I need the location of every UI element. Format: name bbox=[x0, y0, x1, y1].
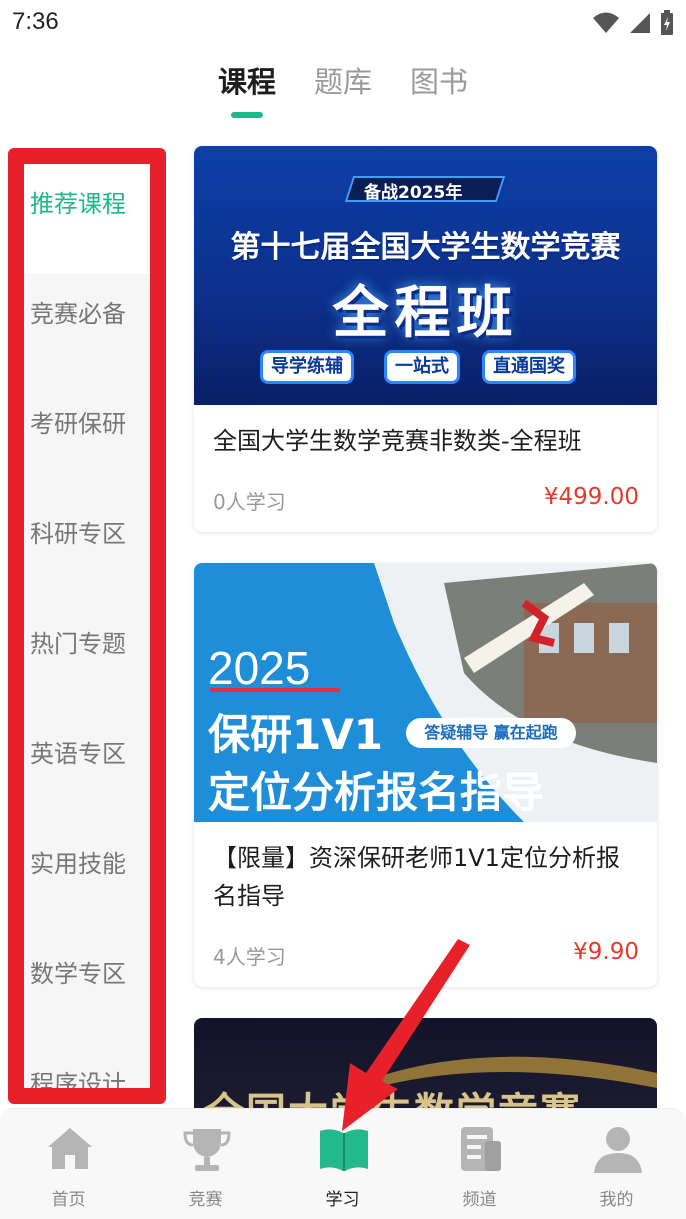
banner-pill: 一站式 bbox=[384, 350, 460, 384]
banner-headline: 保研1V1 bbox=[208, 710, 383, 759]
status-icons bbox=[592, 10, 674, 36]
nav-label: 首页 bbox=[51, 1190, 86, 1210]
banner-badge: 答疑辅导 赢在起跑 bbox=[406, 718, 576, 748]
course-learners: 0人学习 bbox=[213, 490, 286, 514]
category-item-postgrad[interactable]: 考研保研 bbox=[24, 384, 150, 494]
nav-item-profile[interactable]: 我的 bbox=[548, 1109, 685, 1219]
course-card[interactable]: 备战2025年 第十七届全国大学生数学竞赛 全程班 导学练辅 一站式 直通国奖 … bbox=[194, 146, 657, 532]
status-time: 7:36 bbox=[12, 8, 59, 35]
category-label: 数学专区 bbox=[30, 960, 126, 988]
banner-big-text: 全程班 bbox=[332, 281, 519, 346]
nav-item-competition[interactable]: 竞赛 bbox=[137, 1109, 274, 1219]
course-banner: 2025 保研1V1 答疑辅导 赢在起跑 定位分析报名指导 bbox=[194, 563, 657, 822]
course-banner: 备战2025年 第十七届全国大学生数学竞赛 全程班 导学练辅 一站式 直通国奖 bbox=[194, 146, 657, 405]
banner-tag: 备战2025年 bbox=[364, 183, 463, 203]
status-bar: 7:36 bbox=[0, 0, 686, 48]
banner-pill: 导学练辅 bbox=[260, 350, 354, 384]
book-icon bbox=[320, 1129, 368, 1171]
category-label: 考研保研 bbox=[30, 410, 126, 438]
wifi-icon bbox=[593, 12, 619, 33]
category-label: 科研专区 bbox=[30, 520, 126, 548]
category-item-research[interactable]: 科研专区 bbox=[24, 494, 150, 604]
bottom-nav: 首页 竞赛 学习 频道 我的 bbox=[0, 1108, 686, 1219]
category-label: 程序设计 bbox=[30, 1070, 126, 1098]
course-price: ¥9.90 bbox=[573, 939, 639, 965]
category-item-competition[interactable]: 竞赛必备 bbox=[24, 274, 150, 384]
trophy-icon bbox=[183, 1129, 231, 1171]
category-label: 竞赛必备 bbox=[30, 300, 126, 328]
category-label: 英语专区 bbox=[30, 740, 126, 768]
course-card[interactable]: 全国大学生数学竞赛 bbox=[194, 1018, 657, 1118]
tab-books[interactable]: 图书 bbox=[410, 60, 468, 108]
nav-label: 我的 bbox=[599, 1190, 634, 1210]
nav-label: 竞赛 bbox=[188, 1190, 223, 1210]
category-item-english[interactable]: 英语专区 bbox=[24, 714, 150, 824]
course-title: 全国大学生数学竞赛非数类-全程班 bbox=[213, 427, 582, 455]
top-tabs: 课程 题库 图书 bbox=[0, 60, 686, 120]
nav-item-channel[interactable]: 频道 bbox=[411, 1109, 548, 1219]
banner-headline: 第十七届全国大学生数学竞赛 bbox=[230, 230, 621, 265]
category-item-math[interactable]: 数学专区 bbox=[24, 934, 150, 1044]
nav-label: 学习 bbox=[325, 1190, 360, 1210]
banner-pill: 直通国奖 bbox=[482, 350, 576, 384]
course-price: ¥499.00 bbox=[543, 484, 639, 510]
category-item-skills[interactable]: 实用技能 bbox=[24, 824, 150, 934]
category-item-recommended[interactable]: 推荐课程 bbox=[24, 164, 150, 274]
category-item-hot-topics[interactable]: 热门专题 bbox=[24, 604, 150, 714]
category-label: 推荐课程 bbox=[30, 190, 126, 218]
course-title: 【限量】资深保研老师1V1定位分析报名指导 bbox=[213, 844, 620, 910]
category-label: 实用技能 bbox=[30, 850, 126, 878]
tab-courses[interactable]: 课程 bbox=[218, 60, 276, 108]
signal-icon bbox=[630, 13, 650, 33]
tab-question-bank[interactable]: 题库 bbox=[314, 60, 372, 108]
profile-icon bbox=[594, 1127, 642, 1173]
course-card[interactable]: 2025 保研1V1 答疑辅导 赢在起跑 定位分析报名指导 【限量】资深保研老师… bbox=[194, 563, 657, 987]
app-screen: 7:36 课程 题库 图书 推荐课程 竞赛必备 考研保研 科研专区 热门专题 英… bbox=[0, 0, 686, 1219]
nav-item-study[interactable]: 学习 bbox=[274, 1109, 411, 1219]
channel-icon bbox=[461, 1127, 501, 1171]
category-item-programming[interactable]: 程序设计 bbox=[24, 1044, 150, 1098]
banner-underline bbox=[210, 688, 340, 692]
home-icon bbox=[48, 1128, 92, 1169]
banner-subheadline: 定位分析报名指导 bbox=[208, 768, 545, 817]
nav-label: 频道 bbox=[462, 1190, 497, 1210]
banner-year: 2025 bbox=[208, 642, 311, 694]
category-sidebar: 推荐课程 竞赛必备 考研保研 科研专区 热门专题 英语专区 实用技能 数学专区 … bbox=[8, 148, 166, 1104]
category-label: 热门专题 bbox=[30, 630, 126, 658]
battery-icon bbox=[661, 10, 673, 35]
course-learners: 4人学习 bbox=[213, 945, 286, 969]
nav-item-home[interactable]: 首页 bbox=[0, 1109, 137, 1219]
